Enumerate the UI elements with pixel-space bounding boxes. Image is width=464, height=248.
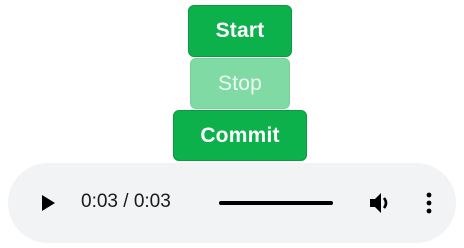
play-icon[interactable] <box>42 195 55 211</box>
recording-controls: Start Stop Commit 0:03 / 0:03 <box>0 0 464 248</box>
duration: 0:03 <box>133 191 171 212</box>
volume-icon[interactable] <box>368 191 394 215</box>
time-separator: / <box>123 191 129 212</box>
commit-button[interactable]: Commit <box>173 110 307 161</box>
audio-player: 0:03 / 0:03 <box>8 163 456 243</box>
progress-slider[interactable] <box>219 201 333 205</box>
stop-button: Stop <box>190 58 290 109</box>
start-button[interactable]: Start <box>188 5 292 57</box>
current-time: 0:03 <box>81 191 118 212</box>
more-options-icon[interactable] <box>426 191 432 215</box>
time-display: 0:03 / 0:03 <box>81 191 171 213</box>
